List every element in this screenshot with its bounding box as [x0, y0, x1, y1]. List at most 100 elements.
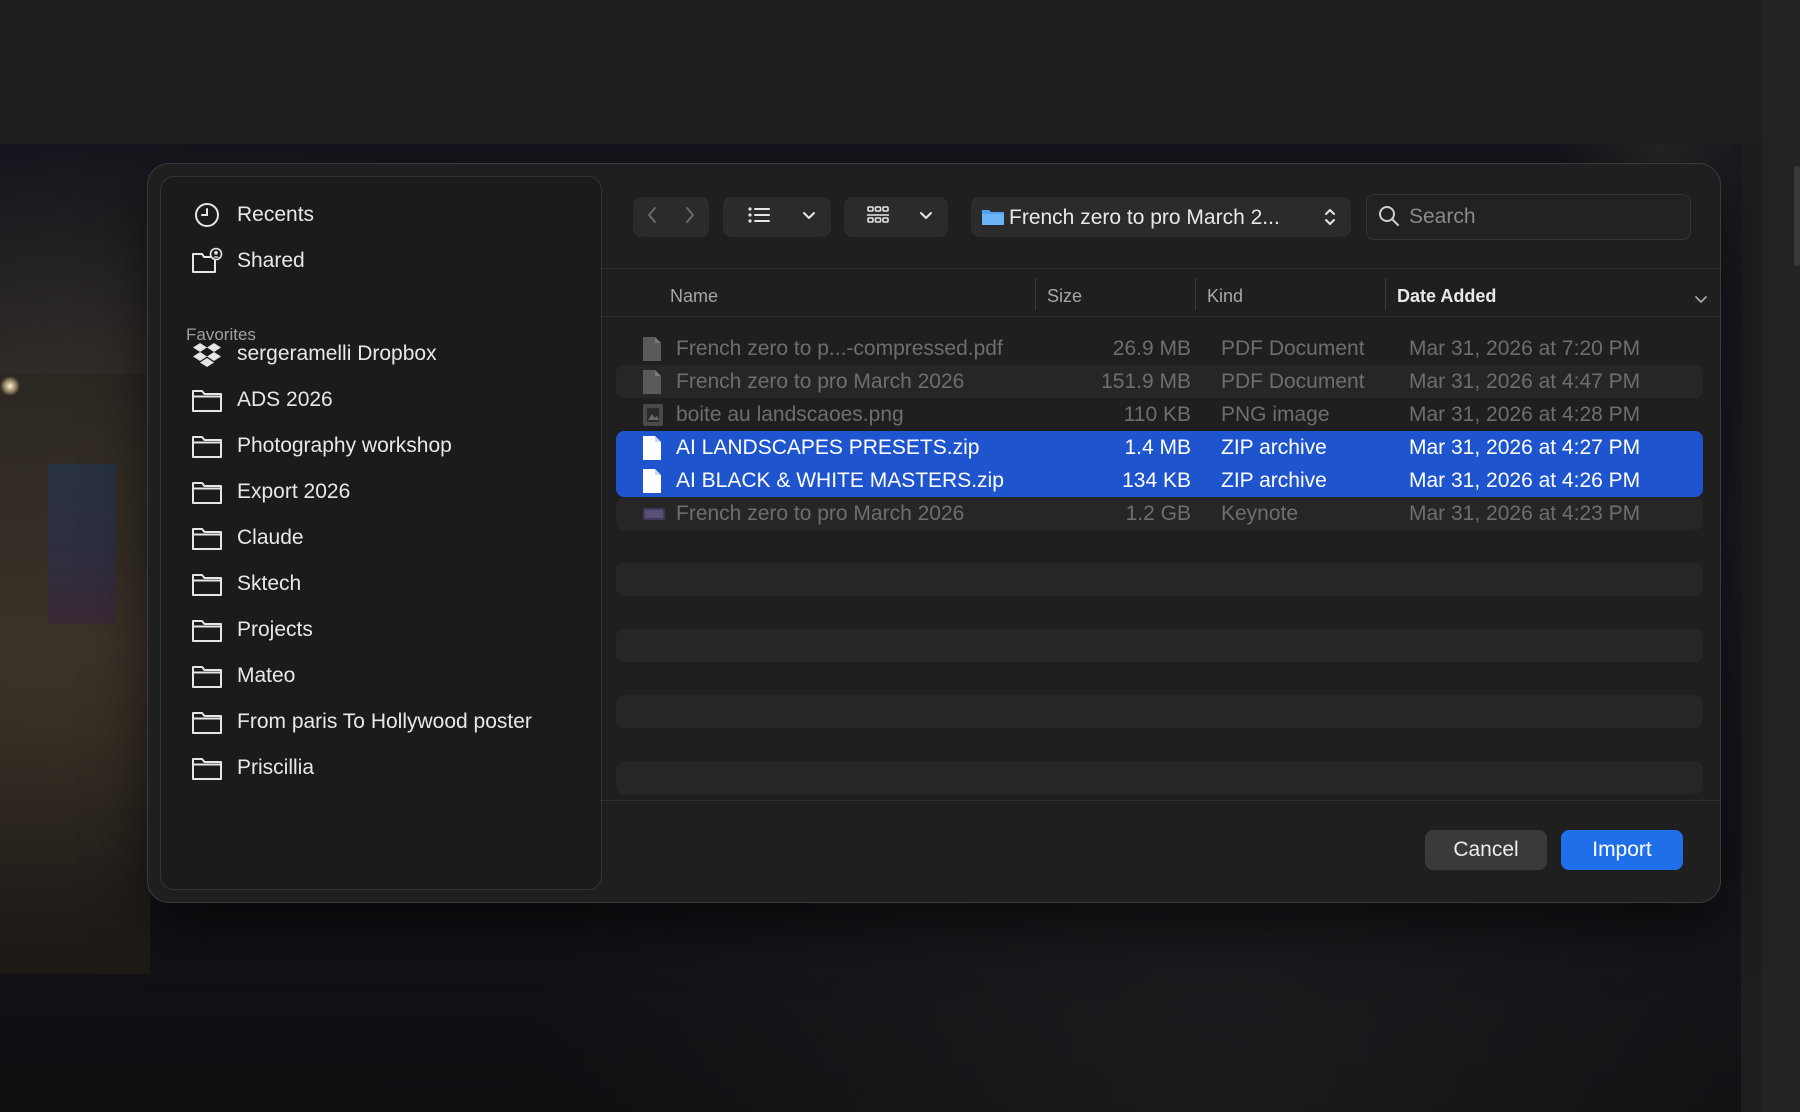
file-date-added: Mar 31, 2026 at 7:20 PM [1409, 337, 1641, 360]
table-row-selected[interactable]: AI BLACK & WHITE MASTERS.zip 134 KB ZIP … [616, 464, 1703, 497]
folder-icon [191, 662, 223, 690]
pdf-file-icon [642, 369, 662, 395]
street-banner [48, 464, 116, 624]
sidebar-item-export-2026[interactable]: Export 2026 [161, 472, 601, 512]
chevron-right-icon [683, 205, 697, 230]
table-row[interactable]: French zero to p...-compressed.pdf 26.9 … [616, 332, 1703, 365]
group-options-dropdown[interactable] [910, 197, 942, 237]
open-file-dialog: Recents Shared Favorites sergeramelli Dr… [147, 163, 1721, 903]
file-date-added: Mar 31, 2026 at 4:47 PM [1409, 370, 1641, 393]
scrollbar[interactable] [1794, 166, 1800, 266]
sidebar-item-claude[interactable]: Claude [161, 518, 601, 558]
file-kind: PDF Document [1221, 337, 1365, 360]
sidebar-item-mateo[interactable]: Mateo [161, 656, 601, 696]
file-date-added: Mar 31, 2026 at 4:28 PM [1409, 403, 1641, 426]
view-options-dropdown[interactable] [793, 197, 825, 237]
sort-chevron-down-icon[interactable] [1694, 292, 1708, 310]
sidebar-item-label: Sktech [237, 572, 302, 595]
file-kind: PNG image [1221, 403, 1330, 426]
sidebar-item-label: Mateo [237, 664, 296, 687]
location-popup[interactable]: French zero to pro March 2... [971, 197, 1351, 237]
file-name: boite au landscaoes.png [676, 403, 904, 426]
sidebar-item-label: sergeramelli Dropbox [237, 342, 437, 365]
search-input[interactable] [1407, 203, 1681, 231]
file-size: 26.9 MB [1112, 337, 1191, 360]
sidebar-item-paris-hollywood-poster[interactable]: From paris To Hollywood poster [161, 702, 601, 742]
sidebar-item-dropbox[interactable]: sergeramelli Dropbox [161, 334, 601, 374]
column-header-date-added[interactable]: Date Added [1397, 286, 1496, 307]
column-header-name[interactable]: Name [670, 286, 718, 307]
sidebar-item-ads-2026[interactable]: ADS 2026 [161, 380, 601, 420]
sidebar-item-sktech[interactable]: Sktech [161, 564, 601, 604]
sidebar-item-shared[interactable]: Shared [161, 241, 601, 281]
sidebar: Recents Shared Favorites sergeramelli Dr… [160, 176, 602, 890]
app-top-bar [0, 0, 1762, 144]
sidebar-item-label: ADS 2026 [237, 388, 333, 411]
back-button[interactable] [633, 197, 671, 237]
sidebar-item-label: Projects [237, 618, 313, 641]
file-name: French zero to pro March 2026 [676, 370, 965, 393]
group-view-button[interactable] [852, 197, 904, 237]
dropbox-icon [191, 340, 223, 368]
folder-icon [191, 616, 223, 644]
search-field[interactable] [1366, 194, 1691, 240]
group-by-control [844, 197, 948, 237]
sidebar-item-label: Export 2026 [237, 480, 351, 503]
file-name: French zero to pro March 2026 [676, 502, 965, 525]
sidebar-item-recents[interactable]: Recents [161, 195, 601, 235]
column-separator[interactable] [1385, 278, 1386, 310]
empty-row [616, 629, 1703, 662]
file-kind: PDF Document [1221, 370, 1365, 393]
sidebar-item-label: Photography workshop [237, 434, 452, 457]
list-icon [747, 205, 771, 230]
file-list: Name Size Kind Date Added French zero to… [600, 268, 1719, 801]
file-kind: Keynote [1221, 502, 1299, 525]
image-file-icon [642, 402, 663, 428]
street-lamp [0, 376, 20, 396]
location-label: French zero to pro March 2... [1009, 206, 1280, 229]
file-date-added: Mar 31, 2026 at 4:26 PM [1409, 469, 1641, 492]
keynote-file-icon [642, 501, 665, 527]
sidebar-item-photography-workshop[interactable]: Photography workshop [161, 426, 601, 466]
column-header-size[interactable]: Size [1047, 286, 1082, 307]
nav-button-group [633, 197, 709, 237]
file-size: 1.4 MB [1124, 436, 1191, 459]
pdf-file-icon [642, 336, 662, 362]
empty-row [616, 563, 1703, 596]
shared-folder-icon [191, 247, 223, 275]
empty-row [616, 695, 1703, 728]
forward-button[interactable] [671, 197, 709, 237]
table-row[interactable]: boite au landscaoes.png 110 KB PNG image… [616, 398, 1703, 431]
sidebar-item-label: Recents [237, 203, 315, 226]
file-date-added: Mar 31, 2026 at 4:27 PM [1409, 436, 1641, 459]
file-kind: ZIP archive [1221, 469, 1327, 492]
column-separator[interactable] [1195, 278, 1196, 310]
zip-file-icon [642, 435, 662, 461]
file-name: AI LANDSCAPES PRESETS.zip [676, 436, 980, 459]
list-view-button[interactable] [731, 197, 787, 237]
column-separator[interactable] [1035, 278, 1036, 310]
file-kind: ZIP archive [1221, 436, 1327, 459]
sidebar-item-label: Priscillia [237, 756, 315, 779]
chevron-down-icon [919, 208, 933, 226]
list-view-control [723, 197, 831, 237]
updown-chevron-icon [1323, 205, 1337, 234]
sidebar-item-projects[interactable]: Projects [161, 610, 601, 650]
file-date-added: Mar 31, 2026 at 4:23 PM [1409, 502, 1641, 525]
divider [600, 268, 1719, 269]
zip-file-icon [642, 468, 662, 494]
sidebar-item-priscillia[interactable]: Priscillia [161, 748, 601, 788]
file-size: 110 KB [1123, 403, 1191, 426]
table-row-selected[interactable]: AI LANDSCAPES PRESETS.zip 1.4 MB ZIP arc… [616, 431, 1703, 464]
folder-icon [191, 570, 223, 598]
table-row[interactable]: French zero to pro March 2026 1.2 GB Key… [616, 497, 1703, 530]
right-edge-panel [1762, 0, 1800, 1112]
column-header-kind[interactable]: Kind [1207, 286, 1243, 307]
cancel-button[interactable]: Cancel [1425, 830, 1547, 870]
folder-icon [191, 754, 223, 782]
folder-icon [191, 524, 223, 552]
table-row[interactable]: French zero to pro March 2026 151.9 MB P… [616, 365, 1703, 398]
folder-icon [191, 708, 223, 736]
import-button[interactable]: Import [1561, 830, 1683, 870]
file-size: 151.9 MB [1101, 370, 1191, 393]
